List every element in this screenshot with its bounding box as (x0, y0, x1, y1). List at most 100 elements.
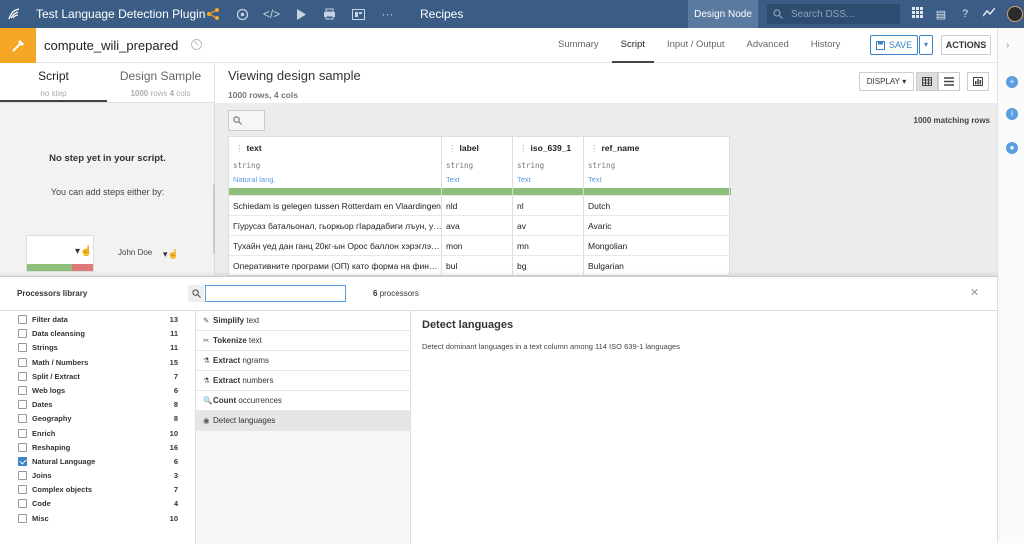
category-checkbox[interactable] (18, 513, 27, 523)
processor-item[interactable]: 🔍Count occurrences (196, 391, 410, 411)
category-item[interactable]: Dates 8 (0, 398, 195, 412)
project-title[interactable]: Test Language Detection Plugin (36, 7, 205, 21)
processor-item[interactable]: ◉ Detect languages (196, 411, 410, 431)
apps-grid-icon[interactable] (905, 7, 929, 21)
edit-icon[interactable]: ✎ (191, 39, 202, 50)
table-cell[interactable]: Bulgarian (584, 255, 730, 275)
column-meaning[interactable]: Natural lang. (229, 175, 441, 188)
column-meaning[interactable]: Text (513, 175, 583, 188)
table-cell[interactable]: ava (442, 215, 513, 235)
category-checkbox[interactable] (18, 315, 27, 324)
table-cell[interactable]: Dutch (584, 195, 730, 215)
nav-recipes-label[interactable]: Recipes (420, 7, 463, 21)
category-checkbox[interactable] (18, 442, 27, 452)
tab-history[interactable]: History (802, 28, 850, 63)
table-cell[interactable]: bg (513, 255, 584, 275)
table-view-icon[interactable] (916, 72, 938, 91)
category-checkbox[interactable] (18, 329, 27, 339)
tab-design-sample[interactable]: Design Sample 1000 rows 4 cols (107, 63, 214, 102)
display-dropdown[interactable]: DISPLAY ▾ (859, 72, 914, 91)
category-item[interactable]: Code 4 (0, 497, 195, 511)
category-item[interactable]: Strings 11 (0, 341, 195, 355)
category-checkbox[interactable] (18, 499, 27, 509)
tab-script[interactable]: Script (611, 28, 654, 63)
tab-summary[interactable]: Summary (549, 28, 608, 63)
table-cell[interactable]: Avaric (584, 215, 730, 235)
table-cell[interactable]: Mongolian (584, 235, 730, 255)
category-item[interactable]: Joins 3 (0, 469, 195, 483)
processor-item[interactable]: ⚗ Extract numbers (196, 371, 410, 391)
category-item[interactable]: Enrich 10 (0, 427, 195, 441)
processor-item[interactable]: ⚗ Extract ngrams (196, 351, 410, 371)
table-cell[interactable]: bul (442, 255, 513, 275)
lab-icon[interactable] (228, 0, 257, 28)
tab-input-output[interactable]: Input / Output (658, 28, 734, 63)
actions-button[interactable]: ACTIONS (941, 35, 991, 55)
column-meaning[interactable]: Text (584, 175, 729, 188)
category-item[interactable]: Complex objects 7 (0, 483, 195, 497)
info-icon[interactable]: i (1006, 108, 1018, 120)
category-checkbox[interactable] (18, 485, 27, 495)
chart-view-icon[interactable] (967, 72, 989, 91)
notebook-icon[interactable]: ▤ (929, 8, 953, 21)
recipe-name[interactable]: compute_wili_prepared (44, 38, 178, 53)
category-item[interactable]: Filter data 13 (0, 313, 195, 327)
column-header[interactable]: ⋮ label (442, 137, 512, 161)
add-icon[interactable]: + (1006, 76, 1018, 88)
table-cell[interactable]: mn (513, 235, 584, 255)
category-checkbox[interactable] (18, 414, 27, 424)
column-header[interactable]: ⋮ iso_639_1 (513, 137, 583, 161)
category-checkbox[interactable] (18, 428, 27, 438)
table-cell[interactable]: nld (442, 195, 513, 215)
category-item[interactable]: Math / Numbers 15 (0, 356, 195, 370)
dashboard-icon[interactable] (344, 0, 373, 28)
list-view-icon[interactable] (938, 72, 960, 91)
design-node-badge[interactable]: Design Node (688, 0, 758, 28)
printer-icon[interactable] (315, 0, 344, 28)
table-cell[interactable]: Тухайн үед дан ганц 20кг-ын Орос баллон … (229, 235, 442, 255)
tab-script-steps[interactable]: Script no step (0, 63, 107, 102)
column-header[interactable]: ⋮ text (229, 137, 441, 161)
category-item[interactable]: Web logs 6 (0, 384, 195, 398)
processor-search-input[interactable] (205, 285, 346, 302)
category-item[interactable]: Misc 10 (0, 512, 195, 526)
filter-search-button[interactable] (228, 110, 265, 131)
category-checkbox[interactable] (18, 456, 27, 466)
category-checkbox[interactable] (18, 400, 27, 410)
help-icon[interactable]: ? (953, 8, 977, 20)
column-meaning[interactable]: Text (442, 175, 512, 188)
global-search-input[interactable]: Search DSS... (767, 4, 900, 24)
more-icon[interactable]: ··· (373, 0, 402, 28)
play-icon[interactable] (286, 0, 315, 28)
category-item[interactable]: Reshaping 16 (0, 441, 195, 455)
save-dropdown-caret-icon[interactable]: ▾ (919, 35, 933, 55)
category-checkbox[interactable] (18, 471, 27, 481)
category-checkbox[interactable] (18, 371, 27, 381)
category-checkbox[interactable] (18, 343, 27, 353)
category-checkbox[interactable] (18, 357, 27, 367)
category-item[interactable]: Data cleansing 11 (0, 327, 195, 341)
processor-item[interactable]: ✂ Tokenize text (196, 331, 410, 351)
dss-logo-icon[interactable] (0, 0, 28, 28)
chat-icon[interactable]: ● (1006, 142, 1018, 154)
table-cell[interactable]: mon (442, 235, 513, 255)
category-item[interactable]: Split / Extract 7 (0, 370, 195, 384)
category-checkbox[interactable] (18, 385, 27, 395)
processor-item[interactable]: ✎ Simplify text (196, 311, 410, 331)
save-button[interactable]: SAVE (870, 35, 918, 55)
collapse-chevron-icon[interactable]: › (1006, 40, 1009, 51)
table-cell[interactable]: Гїурусаз батальонал, гьоркьор гІарадабиг… (229, 215, 442, 235)
category-item[interactable]: Natural Language 6 (0, 455, 195, 469)
table-cell[interactable]: nl (513, 195, 584, 215)
activity-icon[interactable] (977, 7, 1001, 20)
table-cell[interactable]: av (513, 215, 584, 235)
tab-advanced[interactable]: Advanced (738, 28, 798, 63)
category-item[interactable]: Geography 8 (0, 412, 195, 426)
column-header[interactable]: ⋮ ref_name (584, 137, 729, 161)
flow-icon[interactable] (198, 0, 228, 28)
user-avatar[interactable] (1007, 6, 1023, 22)
close-icon[interactable]: ✕ (970, 286, 979, 299)
table-cell[interactable]: Оперативните програми (ОП) като форма на… (229, 255, 442, 275)
table-cell[interactable]: Schiedam is gelegen tussen Rotterdam en … (229, 195, 442, 215)
code-icon[interactable]: </> (257, 0, 286, 28)
